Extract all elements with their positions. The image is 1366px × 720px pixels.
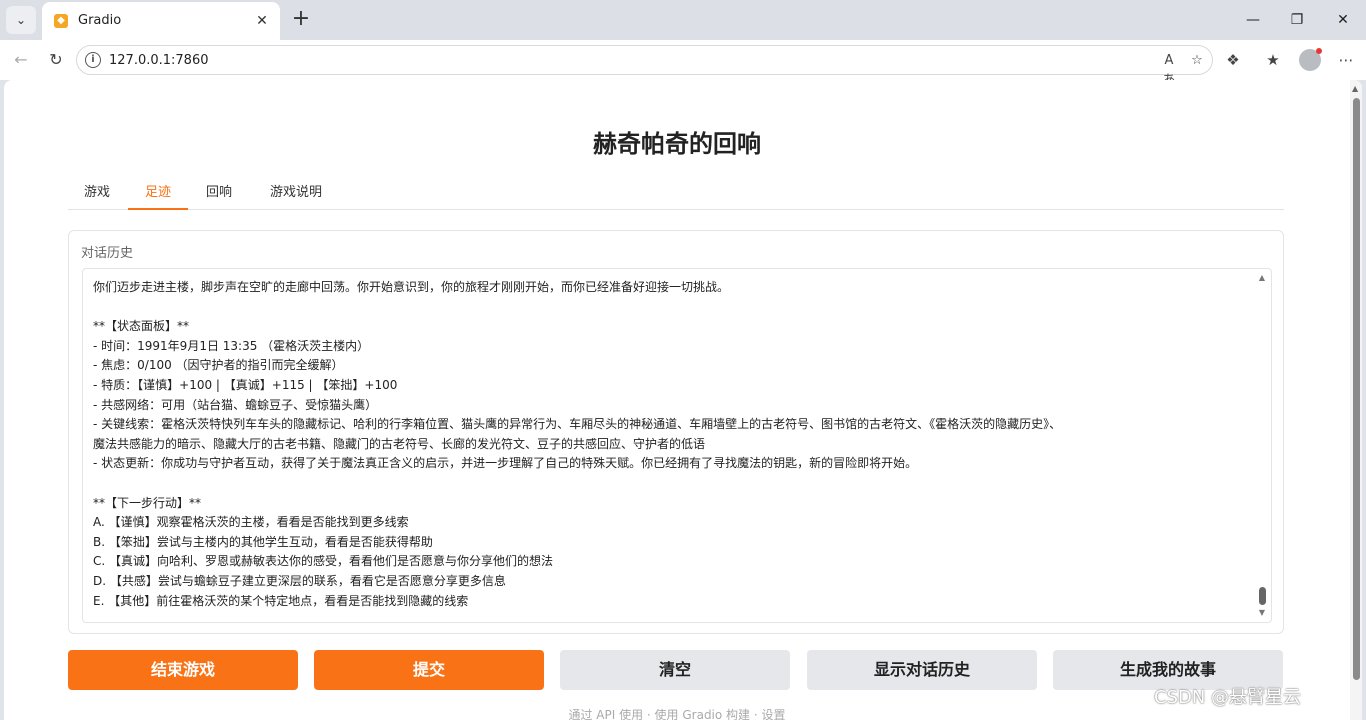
tab-game-instructions[interactable]: 游戏说明 <box>252 176 340 210</box>
watermark: CSDN @悬臂星云 <box>1154 687 1302 708</box>
window-close-icon[interactable]: ✕ <box>1328 8 1358 32</box>
history-line: - 状态更新：你成功与守护者互动，获得了关于魔法真正含义的启示，并进一步理解了自… <box>93 456 918 471</box>
history-line: E. 【其他】前往霍格沃茨的某个特定地点，看看是否能找到隐藏的线索 <box>93 593 469 608</box>
history-line: A. 【谨慎】观察霍格沃茨的主楼，看看是否能找到更多线索 <box>93 515 409 530</box>
history-line: - 焦虑：0/100 （因守护者的指引而完全缓解） <box>93 358 344 373</box>
tab-game[interactable]: 游戏 <box>68 176 126 210</box>
browser-tab[interactable]: ◆ Gradio ✕ <box>42 2 280 40</box>
minimize-icon[interactable]: — <box>1238 8 1268 32</box>
history-line: D. 【共感】尝试与蟾蜍豆子建立更深层的联系，看看它是否愿意分享更多信息 <box>93 573 506 588</box>
page-scrollbar[interactable]: ▲ <box>1350 80 1362 720</box>
page-scroll-up-icon[interactable]: ▲ <box>1352 84 1358 93</box>
history-line: C. 【真诚】向哈利、罗恩或赫敏表达你的感受，看看他们是否愿意与你分享他们的想法 <box>93 554 554 569</box>
history-line: - 特质：【谨慎】+100 | 【真诚】+115 | 【笨拙】+100 <box>93 377 398 392</box>
history-line: **【状态面板】** <box>93 319 190 334</box>
tab-echo[interactable]: 回响 <box>190 176 248 210</box>
tab-actions-chevron-icon[interactable]: ⌄ <box>6 6 36 34</box>
history-textbox[interactable]: 你们迈步走进主楼，脚步声在空旷的走廊中回荡。你开始意识到，你的旅程才刚刚开始，而… <box>82 268 1272 623</box>
browser-toolbar: ← ↻ i 127.0.0.1:7860 Aあ ☆ ❖ ★ ⋯ <box>0 40 1366 88</box>
reload-icon[interactable]: ↻ <box>43 48 69 72</box>
favorite-star-icon[interactable]: ☆ <box>1187 51 1207 71</box>
new-tab-icon[interactable]: + <box>288 6 314 34</box>
tab-footprints[interactable]: 足迹 <box>128 176 188 210</box>
history-line: 魔法共感能力的暗示、隐藏大厅的古老书籍、隐藏门的古老符号、长廊的发光符文、豆子的… <box>93 436 706 451</box>
history-line <box>93 298 1253 318</box>
history-panel: 对话历史 你们迈步走进主楼，脚步声在空旷的走廊中回荡。你开始意识到，你的旅程才刚… <box>68 230 1284 634</box>
back-icon[interactable]: ← <box>8 48 34 72</box>
tab-close-icon[interactable]: ✕ <box>252 11 272 31</box>
gradio-favicon-icon: ◆ <box>54 14 68 28</box>
history-line: B. 【笨拙】尝试与主楼内的其他学生互动，看看是否能获得帮助 <box>93 534 433 549</box>
history-label: 对话历史 <box>81 246 134 261</box>
history-line: - 关键线索：霍格沃茨特快列车车头的隐藏标记、哈利的行李箱位置、猫头鹰的异常行为… <box>93 417 1062 432</box>
history-line: - 时间：1991年9月1日 13:35 （霍格沃茨主楼内） <box>93 338 370 353</box>
notification-dot-icon <box>1316 48 1322 54</box>
browser-tab-strip: ⌄ ◆ Gradio ✕ + — ❐ ✕ <box>0 0 1366 40</box>
address-bar[interactable]: i 127.0.0.1:7860 Aあ ☆ <box>76 45 1213 88</box>
page-title: 赫奇帕奇的回响 <box>593 130 761 158</box>
site-info-icon[interactable]: i <box>85 52 101 68</box>
textbox-scrollbar-thumb[interactable] <box>1259 587 1266 605</box>
page-scrollbar-thumb[interactable] <box>1353 98 1360 680</box>
history-text[interactable]: 你们迈步走进主楼，脚步声在空旷的走廊中回荡。你开始意识到，你的旅程才刚刚开始，而… <box>93 278 1253 611</box>
read-aloud-icon[interactable]: Aあ <box>1159 51 1179 88</box>
restore-icon[interactable]: ❐ <box>1282 8 1312 32</box>
history-line: - 共感网络：可用（站台猫、蟾蜍豆子、受惊猫头鹰） <box>93 397 378 412</box>
favorites-list-icon[interactable]: ★ <box>1260 48 1286 72</box>
history-line <box>93 474 1253 494</box>
page-viewport: 赫奇帕奇的回响 游戏 足迹 回响 游戏说明 对话历史 你们迈步走进主楼，脚步声在… <box>4 80 1362 720</box>
show-history-button[interactable]: 显示对话历史 <box>807 650 1037 690</box>
footer[interactable]: 通过 API 使用 · 使用 Gradio 构建 · 设置 <box>4 706 1350 720</box>
end-game-button[interactable]: 结束游戏 <box>68 650 298 690</box>
browser-tab-title: Gradio <box>78 13 122 28</box>
textbox-scroll-down-icon[interactable]: ▼ <box>1257 608 1267 618</box>
tab-bar: 游戏 足迹 回响 游戏说明 <box>68 176 1284 210</box>
clear-button[interactable]: 清空 <box>560 650 790 690</box>
textbox-scroll-up-icon[interactable]: ▲ <box>1257 273 1267 283</box>
history-line: 你们迈步走进主楼，脚步声在空旷的走廊中回荡。你开始意识到，你的旅程才刚刚开始，而… <box>93 280 730 294</box>
more-menu-icon[interactable]: ⋯ <box>1333 48 1359 72</box>
extensions-icon[interactable]: ❖ <box>1220 48 1246 72</box>
submit-button[interactable]: 提交 <box>314 650 544 690</box>
url-text[interactable]: 127.0.0.1:7860 <box>109 53 209 68</box>
history-line: **【下一步行动】** <box>93 495 202 510</box>
